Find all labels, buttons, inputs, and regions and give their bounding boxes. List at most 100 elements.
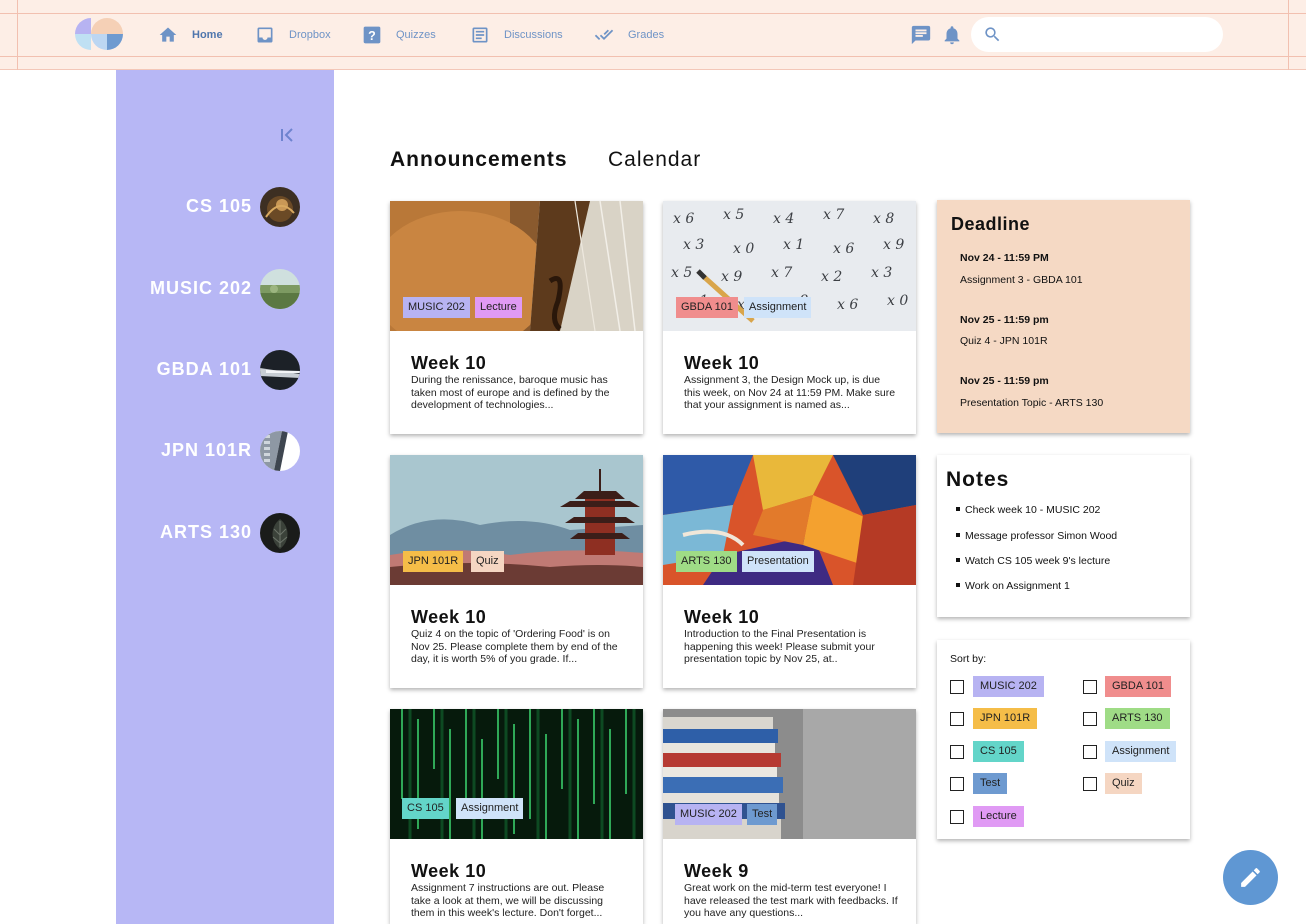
svg-text:x 6: x 6 bbox=[673, 211, 694, 227]
course-item-jpn-101r[interactable]: JPN 101R bbox=[116, 431, 300, 471]
note-text: Check week 10 - MUSIC 202 bbox=[965, 504, 1101, 516]
card-body: During the renissance, baroque music has… bbox=[411, 374, 610, 412]
sort-tag[interactable]: MUSIC 202 bbox=[973, 676, 1044, 697]
deadline-panel: Deadline Nov 24 - 11:59 PM Assignment 3 … bbox=[937, 200, 1190, 433]
tag-course[interactable]: ARTS 130 bbox=[676, 551, 737, 572]
nav-dropbox[interactable]: Dropbox bbox=[255, 18, 331, 52]
tag-course[interactable]: GBDA 101 bbox=[676, 297, 738, 318]
svg-text:x 1: x 1 bbox=[783, 237, 804, 253]
course-name: MUSIC 202 bbox=[149, 278, 252, 298]
notes-panel: Notes Check week 10 - MUSIC 202 Message … bbox=[937, 455, 1190, 617]
sort-checkbox[interactable] bbox=[950, 745, 964, 759]
chat-icon[interactable] bbox=[910, 24, 932, 46]
course-avatar bbox=[260, 187, 300, 227]
sort-checkbox[interactable] bbox=[1083, 745, 1097, 759]
top-nav-bar: Home Dropbox ? Quizzes Discussions Grade… bbox=[0, 0, 1306, 70]
svg-text:x 3: x 3 bbox=[871, 265, 892, 281]
deadline-item[interactable]: Assignment 3 - GBDA 101 bbox=[960, 274, 1083, 286]
tag-type[interactable]: Assignment bbox=[456, 798, 524, 819]
course-item-cs-105[interactable]: CS 105 bbox=[116, 187, 300, 227]
layout-guide bbox=[0, 13, 1306, 14]
deadline-item[interactable]: Quiz 4 - JPN 101R bbox=[960, 335, 1048, 347]
discussion-icon bbox=[472, 27, 488, 43]
sort-tag[interactable]: Quiz bbox=[1105, 773, 1142, 794]
announcement-card[interactable]: MUSIC 202 Lecture Week 10 During the ren… bbox=[390, 201, 643, 434]
card-title: Week 9 bbox=[684, 861, 749, 881]
svg-text:x 0: x 0 bbox=[733, 241, 754, 257]
card-title: Week 10 bbox=[684, 353, 760, 373]
app-logo[interactable] bbox=[74, 17, 126, 51]
course-item-gbda-101[interactable]: GBDA 101 bbox=[116, 350, 300, 390]
svg-text:x 5: x 5 bbox=[671, 265, 692, 281]
search-icon[interactable] bbox=[983, 25, 1002, 44]
svg-text:x 0: x 0 bbox=[887, 293, 908, 309]
announcement-card[interactable]: ARTS 130 Presentation Week 10 Introducti… bbox=[663, 455, 916, 688]
nav-discussions-label: Discussions bbox=[504, 29, 563, 41]
search-bar[interactable] bbox=[971, 17, 1223, 52]
nav-discussions[interactable]: Discussions bbox=[470, 18, 563, 52]
note-item[interactable]: Watch CS 105 week 9's lecture bbox=[956, 555, 1110, 567]
deadline-title: Deadline bbox=[951, 214, 1031, 234]
sort-tag[interactable]: Lecture bbox=[973, 806, 1024, 827]
tag-course[interactable]: MUSIC 202 bbox=[403, 297, 470, 318]
nav-grades-label: Grades bbox=[628, 29, 665, 41]
deadline-date: Nov 24 - 11:59 PM bbox=[960, 252, 1049, 264]
card-title: Week 10 bbox=[684, 607, 760, 627]
course-item-arts-130[interactable]: ARTS 130 bbox=[116, 513, 300, 553]
tab-calendar[interactable]: Calendar bbox=[608, 148, 701, 172]
sort-tag[interactable]: CS 105 bbox=[973, 741, 1024, 762]
collapse-left-icon[interactable] bbox=[279, 126, 297, 144]
svg-text:x 4: x 4 bbox=[773, 211, 794, 227]
sort-checkbox[interactable] bbox=[1083, 680, 1097, 694]
sort-checkbox[interactable] bbox=[950, 777, 964, 791]
course-avatar bbox=[260, 513, 300, 553]
tag-type[interactable]: Presentation bbox=[742, 551, 814, 572]
deadline-item[interactable]: Presentation Topic - ARTS 130 bbox=[960, 397, 1103, 409]
nav-home[interactable]: Home bbox=[158, 18, 223, 52]
course-avatar bbox=[260, 350, 300, 390]
tag-type[interactable]: Test bbox=[747, 804, 778, 825]
tag-course[interactable]: MUSIC 202 bbox=[675, 804, 742, 825]
sort-tag[interactable]: ARTS 130 bbox=[1105, 708, 1170, 729]
tag-course[interactable]: CS 105 bbox=[402, 798, 449, 819]
note-item[interactable]: Message professor Simon Wood bbox=[956, 530, 1117, 542]
sort-tag[interactable]: Test bbox=[973, 773, 1008, 794]
sort-checkbox[interactable] bbox=[950, 680, 964, 694]
announcement-card[interactable]: MUSIC 202 Test Week 9 Great work on the … bbox=[663, 709, 916, 924]
layout-guide bbox=[0, 56, 1306, 57]
course-name: GBDA 101 bbox=[156, 359, 252, 379]
nav-grades[interactable]: Grades bbox=[594, 18, 664, 52]
svg-text:?: ? bbox=[368, 29, 376, 43]
sort-checkbox[interactable] bbox=[950, 810, 964, 824]
svg-text:x 6: x 6 bbox=[833, 241, 854, 257]
sort-tag[interactable]: GBDA 101 bbox=[1105, 676, 1171, 697]
note-item[interactable]: Check week 10 - MUSIC 202 bbox=[956, 504, 1100, 516]
tab-announcements[interactable]: Announcements bbox=[390, 148, 568, 172]
sort-tag[interactable]: JPN 101R bbox=[973, 708, 1038, 729]
sort-checkbox[interactable] bbox=[1083, 712, 1097, 726]
sort-checkbox[interactable] bbox=[950, 712, 964, 726]
tag-type[interactable]: Assignment bbox=[744, 297, 812, 318]
compose-button[interactable] bbox=[1223, 850, 1278, 905]
card-title: Week 10 bbox=[411, 353, 487, 373]
announcement-card[interactable]: JPN 101R Quiz Week 10 Quiz 4 on the topi… bbox=[390, 455, 643, 688]
card-title: Week 10 bbox=[411, 861, 487, 881]
nav-quizzes-label: Quizzes bbox=[396, 29, 436, 41]
bell-icon[interactable] bbox=[941, 24, 963, 46]
announcement-card[interactable]: CS 105 Assignment Week 10 Assignment 7 i… bbox=[390, 709, 643, 924]
sort-label: Sort by: bbox=[950, 653, 987, 665]
note-item[interactable]: Work on Assignment 1 bbox=[956, 580, 1070, 592]
tag-type[interactable]: Lecture bbox=[475, 297, 522, 318]
announcement-card[interactable]: x 6 x 5 x 4 x 7 x 8 x 3 x 0 x 1 x 6 x 9 x 5 x 9 x … bbox=[663, 201, 916, 434]
sort-tag[interactable]: Assignment bbox=[1105, 741, 1177, 762]
double-check-icon bbox=[594, 29, 614, 40]
nav-home-label: Home bbox=[192, 29, 223, 41]
sort-checkbox[interactable] bbox=[1083, 777, 1097, 791]
tag-course[interactable]: JPN 101R bbox=[403, 551, 464, 572]
search-input[interactable] bbox=[1015, 23, 1211, 46]
course-item-music-202[interactable]: MUSIC 202 bbox=[116, 269, 300, 309]
tag-type[interactable]: Quiz bbox=[471, 551, 504, 572]
nav-quizzes[interactable]: ? Quizzes bbox=[362, 18, 436, 52]
note-text: Message professor Simon Wood bbox=[965, 530, 1118, 542]
note-text: Work on Assignment 1 bbox=[965, 580, 1070, 592]
